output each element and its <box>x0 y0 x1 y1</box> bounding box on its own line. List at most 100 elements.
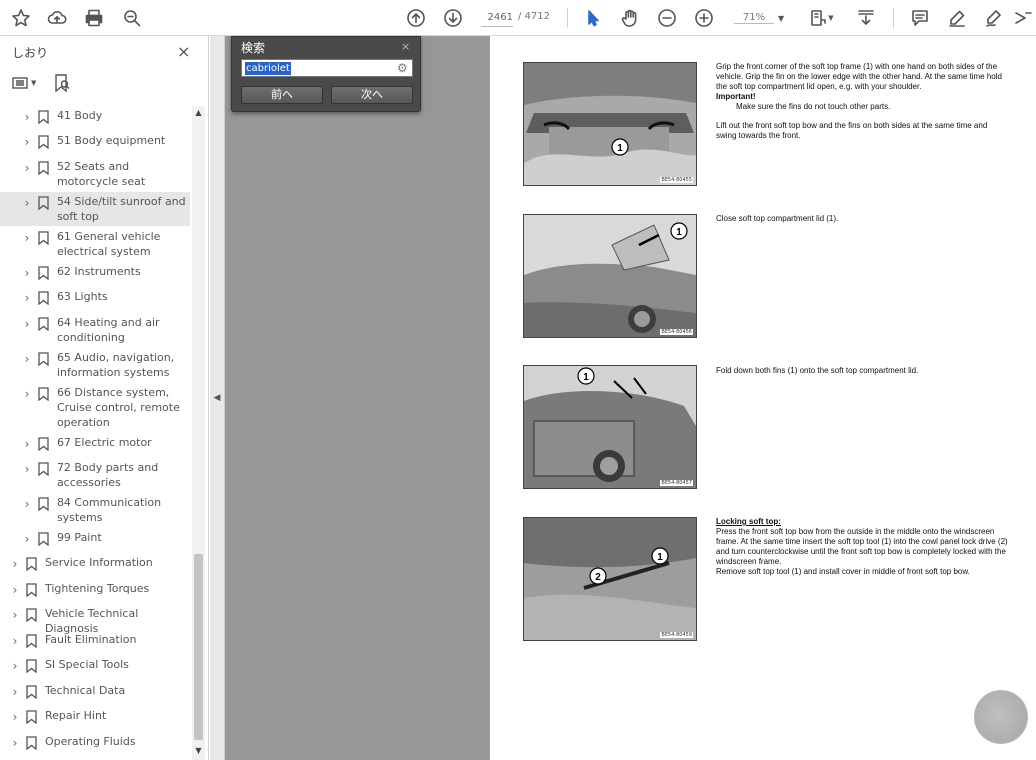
chevron-right-icon[interactable]: › <box>10 710 20 724</box>
floating-assistant-badge[interactable] <box>974 690 1028 744</box>
sign-pen-icon[interactable] <box>980 5 1006 31</box>
scroll-mode-icon[interactable] <box>853 5 879 31</box>
chevron-right-icon[interactable]: › <box>22 196 32 210</box>
bookmark-item[interactable]: › Tightening Torques <box>0 579 190 599</box>
chevron-right-icon[interactable]: › <box>10 608 20 622</box>
chevron-right-icon[interactable]: › <box>10 583 20 597</box>
find-dialog: 検索 × cabriolet ⚙ 前へ 次へ <box>231 36 421 112</box>
panel-title: しおり <box>12 46 49 60</box>
bookmark-icon <box>26 684 38 700</box>
next-page-icon[interactable] <box>440 5 466 31</box>
bookmark-item[interactable]: › 63 Lights <box>0 287 190 307</box>
close-icon[interactable]: × <box>177 42 190 61</box>
figure-1-code: BE54-80455 <box>660 177 693 183</box>
bookmark-item[interactable]: › 84 Communication systems <box>0 493 190 527</box>
chevron-right-icon[interactable]: › <box>22 231 32 245</box>
bookmark-item[interactable]: › 99 Paint <box>0 528 190 548</box>
bookmark-label: 52 Seats and motorcycle seat <box>56 160 146 188</box>
bookmark-icon <box>38 436 50 452</box>
bookmark-item[interactable]: › 67 Electric motor <box>0 433 190 453</box>
bookmark-icon <box>38 386 50 402</box>
chevron-right-icon[interactable]: › <box>10 634 20 648</box>
figure-1-illustration: 1 <box>524 63 696 185</box>
bookmark-search-icon[interactable] <box>54 74 70 92</box>
bookmark-label: Technical Data <box>44 684 126 697</box>
print-icon[interactable] <box>81 5 107 31</box>
chevron-right-icon[interactable]: › <box>22 462 32 476</box>
bookmark-scrollbar[interactable]: ▲ ▼ <box>192 106 205 760</box>
chevron-right-icon[interactable]: › <box>22 135 32 149</box>
scrollbar-thumb[interactable] <box>194 554 203 740</box>
zoom-select[interactable]: 71% ▼ <box>734 9 790 27</box>
bookmark-item[interactable]: › Service Information <box>0 553 190 573</box>
cloud-upload-icon[interactable] <box>44 5 70 31</box>
scroll-up-arrow[interactable]: ▲ <box>192 108 205 117</box>
bookmark-star-icon[interactable] <box>8 5 34 31</box>
zoom-search-icon[interactable] <box>119 5 145 31</box>
bookmark-item[interactable]: › 52 Seats and motorcycle seat <box>0 157 190 191</box>
zoom-out-icon[interactable] <box>654 5 680 31</box>
select-cursor-icon[interactable] <box>580 5 606 31</box>
chevron-right-icon[interactable]: › <box>22 352 32 366</box>
bookmark-item[interactable]: › 65 Audio, navigation, information syste… <box>0 348 190 382</box>
chevron-right-icon[interactable]: › <box>10 659 20 673</box>
previous-page-icon[interactable] <box>403 5 429 31</box>
page-number-input[interactable] <box>481 9 513 27</box>
page-total: / 4712 <box>518 11 550 22</box>
chevron-right-icon[interactable]: › <box>22 317 32 331</box>
bookmark-label: 65 Audio, navigation, information system… <box>56 351 175 379</box>
chevron-right-icon[interactable]: › <box>22 291 32 305</box>
chevron-right-icon[interactable]: › <box>22 532 32 546</box>
find-next-button[interactable]: 次へ <box>331 86 413 104</box>
bookmark-item[interactable]: › Repair Hint <box>0 706 190 726</box>
find-close-icon[interactable]: × <box>401 40 410 53</box>
bookmark-item[interactable]: › 62 Instruments <box>0 262 190 282</box>
bookmark-item[interactable]: › 64 Heating and air conditioning <box>0 313 190 347</box>
panel-collapse-handle[interactable]: ◀ <box>210 36 225 760</box>
find-prev-button[interactable]: 前へ <box>241 86 323 104</box>
bookmark-item[interactable]: › Technical Data <box>0 681 190 701</box>
chevron-right-icon[interactable]: › <box>22 497 32 511</box>
bookmark-item[interactable]: › SI Special Tools <box>0 655 190 675</box>
chevron-right-icon[interactable]: › <box>22 266 32 280</box>
page-fit-dropdown-icon[interactable]: ▼ <box>825 5 837 31</box>
options-menu-button[interactable]: ▼ <box>12 77 36 89</box>
bookmark-label: 84 Communication systems <box>56 496 162 524</box>
chevron-right-icon[interactable]: › <box>22 387 32 401</box>
bookmark-label: 61 General vehicle electrical system <box>56 230 161 258</box>
more-tools-icon[interactable] <box>1010 5 1036 31</box>
step-4-text: Locking soft top: Press the front soft t… <box>716 517 1008 577</box>
chevron-right-icon[interactable]: › <box>10 557 20 571</box>
bookmark-item[interactable]: › 72 Body parts and accessories <box>0 458 190 492</box>
bookmark-icon <box>38 531 50 547</box>
figure-3: 1 BE54-80457 <box>523 365 697 489</box>
bookmark-label: Service Information <box>44 556 153 569</box>
bookmark-icon <box>26 556 38 572</box>
figure-3-illustration: 1 <box>524 366 696 488</box>
hand-tool-icon[interactable] <box>617 5 643 31</box>
highlight-pen-icon[interactable] <box>944 5 970 31</box>
step-3-text: Fold down both fins (1) onto the soft to… <box>716 366 919 375</box>
bookmark-item[interactable]: › 41 Body <box>0 106 190 126</box>
zoom-in-icon[interactable] <box>691 5 717 31</box>
bookmark-item[interactable]: › Fault Elimination <box>0 630 190 650</box>
chevron-right-icon[interactable]: › <box>22 437 32 451</box>
document-page: 1 BE54-80455 1 BE54-80456 1 BE54-80457 1… <box>490 36 1036 760</box>
figure-4-callout-2: 2 <box>595 572 601 583</box>
bookmark-item[interactable]: › 51 Body equipment <box>0 131 190 151</box>
find-input[interactable]: cabriolet ⚙ <box>241 59 413 77</box>
scroll-down-arrow[interactable]: ▼ <box>192 746 205 755</box>
bookmark-label: Operating Fluids <box>44 735 136 748</box>
bookmark-item[interactable]: › 54 Side/tilt sunroof and soft top <box>0 192 190 226</box>
find-title: 検索 <box>241 41 266 55</box>
chevron-right-icon[interactable]: › <box>22 161 32 175</box>
comment-icon[interactable] <box>907 5 933 31</box>
bookmark-item[interactable]: › Operating Fluids <box>0 732 190 752</box>
chevron-right-icon[interactable]: › <box>10 685 20 699</box>
gear-icon[interactable]: ⚙ <box>397 61 408 75</box>
bookmark-item[interactable]: › 61 General vehicle electrical system <box>0 227 190 261</box>
bookmark-label: 41 Body <box>56 109 103 122</box>
bookmark-item[interactable]: › 66 Distance system, Cruise control, rem… <box>0 383 190 432</box>
chevron-right-icon[interactable]: › <box>10 736 20 750</box>
chevron-right-icon[interactable]: › <box>22 110 32 124</box>
